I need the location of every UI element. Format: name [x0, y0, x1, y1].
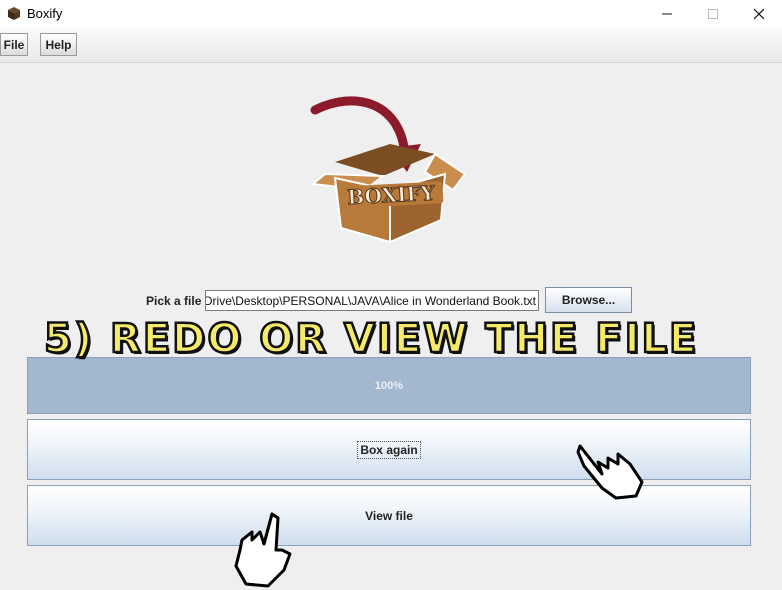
close-button[interactable] — [736, 0, 782, 28]
hand-cursor-icon — [234, 512, 292, 588]
pick-file-label: Pick a file — [146, 294, 202, 308]
boxify-logo: BOXIFY — [310, 96, 467, 244]
file-path-field[interactable]: Drive\Desktop\PERSONAL\JAVA\Alice in Won… — [205, 290, 539, 311]
maximize-button[interactable] — [690, 0, 736, 28]
title-bar: Boxify — [0, 0, 782, 28]
progress-bar: 100% — [27, 357, 751, 414]
box-again-label: Box again — [357, 440, 421, 459]
menu-file[interactable]: File — [0, 33, 28, 56]
menu-bar: File Help — [0, 28, 782, 63]
progress-text: 100% — [374, 379, 404, 392]
close-icon — [753, 8, 765, 20]
tutorial-caption: 5) REDO OR VIEW THE FILE — [43, 315, 699, 364]
window-title: Boxify — [27, 6, 63, 21]
hand-cursor-icon — [576, 444, 644, 500]
menu-help[interactable]: Help — [40, 33, 77, 56]
maximize-icon — [708, 9, 718, 19]
minimize-button[interactable] — [644, 0, 690, 28]
app-box-icon — [8, 7, 20, 20]
logo-text: BOXIFY — [347, 181, 437, 210]
view-file-label: View file — [365, 508, 413, 523]
browse-button[interactable]: Browse... — [545, 287, 632, 313]
minimize-icon — [662, 13, 672, 15]
